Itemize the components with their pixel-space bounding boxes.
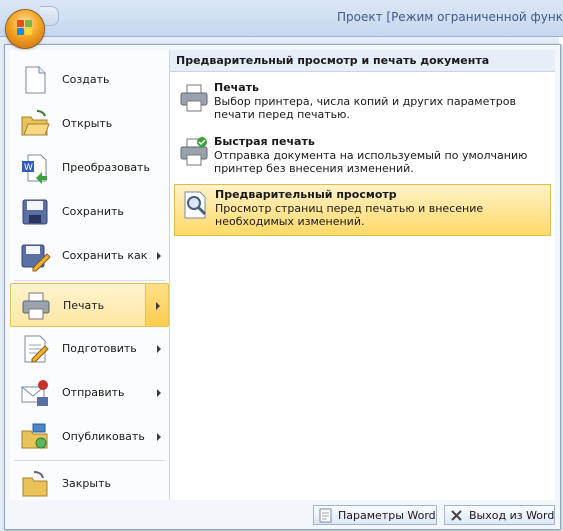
save-as-icon	[21, 244, 51, 272]
print-preview-option[interactable]: Предварительный просмотр Просмотр страни…	[174, 184, 551, 236]
menu-item-close[interactable]: Закрыть	[10, 462, 169, 506]
window-title: Проект [Режим ограниченной функ	[336, 10, 563, 24]
convert-document-icon: W	[22, 154, 47, 184]
menu-item-label: Открыть	[62, 117, 113, 130]
office-menu: Создать Открыть W Преобразовать Сохранит…	[4, 44, 561, 530]
menu-item-prepare[interactable]: Подготовить	[10, 327, 169, 371]
menu-item-publish[interactable]: Опубликовать	[10, 415, 169, 459]
quick-print-option[interactable]: Быстрая печать Отправка документа на исп…	[174, 132, 551, 184]
menu-item-open[interactable]: Открыть	[10, 102, 169, 146]
menu-item-print[interactable]: Печать	[10, 283, 169, 327]
submenu-arrow-icon	[157, 389, 161, 397]
menu-item-convert[interactable]: W Преобразовать	[10, 146, 169, 190]
send-icon	[21, 380, 48, 406]
menu-item-label: Преобразовать	[62, 161, 150, 174]
menu-item-save-as[interactable]: Сохранить как	[10, 234, 169, 278]
exit-word-label: Выход из Word	[469, 509, 555, 522]
option-description: Отправка документа на используемый по ум…	[214, 149, 528, 175]
close-folder-icon	[22, 471, 48, 497]
office-menu-commands: Создать Открыть W Преобразовать Сохранит…	[10, 50, 170, 500]
option-description: Выбор принтера, числа копий и других пар…	[214, 95, 516, 121]
submenu-arrow-icon	[156, 302, 160, 310]
save-disk-icon	[22, 199, 48, 225]
exit-word-button[interactable]: Выход из Word	[444, 505, 555, 525]
submenu-header: Предварительный просмотр и печать докуме…	[170, 50, 555, 72]
options-icon	[319, 508, 332, 523]
option-description: Просмотр страниц перед печатью и внесени…	[215, 202, 484, 228]
menu-footer: Параметры Word Выход из Word	[5, 503, 560, 529]
menu-item-label: Отправить	[62, 386, 125, 399]
option-title: Печать	[214, 81, 259, 94]
menu-item-label: Создать	[62, 73, 110, 86]
print-option[interactable]: Печать Выбор принтера, числа копий и дру…	[174, 78, 551, 130]
quick-print-icon	[180, 137, 208, 166]
menu-item-label: Сохранить как	[62, 249, 148, 262]
printer-icon	[180, 84, 208, 112]
submenu-arrow-icon	[157, 252, 161, 260]
word-options-button[interactable]: Параметры Word	[313, 505, 437, 525]
prepare-document-icon	[24, 335, 49, 363]
option-title: Быстрая печать	[214, 135, 315, 148]
word-options-label: Параметры Word	[338, 509, 436, 522]
menu-item-label: Опубликовать	[62, 430, 145, 443]
menu-item-label: Печать	[63, 299, 105, 312]
menu-divider	[14, 280, 165, 281]
title-bar: Проект [Режим ограниченной функ	[0, 0, 563, 37]
print-preview-icon	[184, 191, 207, 219]
menu-divider	[14, 460, 165, 461]
menu-item-new[interactable]: Создать	[10, 58, 169, 102]
print-submenu-panel: Предварительный просмотр и печать докуме…	[170, 50, 555, 500]
menu-item-send[interactable]: Отправить	[10, 371, 169, 415]
submenu-arrow-icon	[157, 345, 161, 353]
menu-item-save[interactable]: Сохранить	[10, 190, 169, 234]
new-document-icon	[25, 66, 46, 94]
submenu-arrow-icon	[157, 433, 161, 441]
svg-text:W: W	[24, 163, 33, 173]
menu-item-label: Закрыть	[62, 477, 111, 490]
open-folder-icon	[21, 110, 50, 136]
publish-icon	[21, 423, 48, 449]
office-button[interactable]	[6, 10, 44, 48]
menu-item-label: Подготовить	[62, 342, 137, 355]
office-logo-icon	[17, 20, 33, 36]
menu-item-label: Сохранить	[62, 205, 124, 218]
printer-icon	[22, 292, 50, 320]
close-icon	[451, 510, 462, 521]
option-title: Предварительный просмотр	[215, 188, 397, 201]
